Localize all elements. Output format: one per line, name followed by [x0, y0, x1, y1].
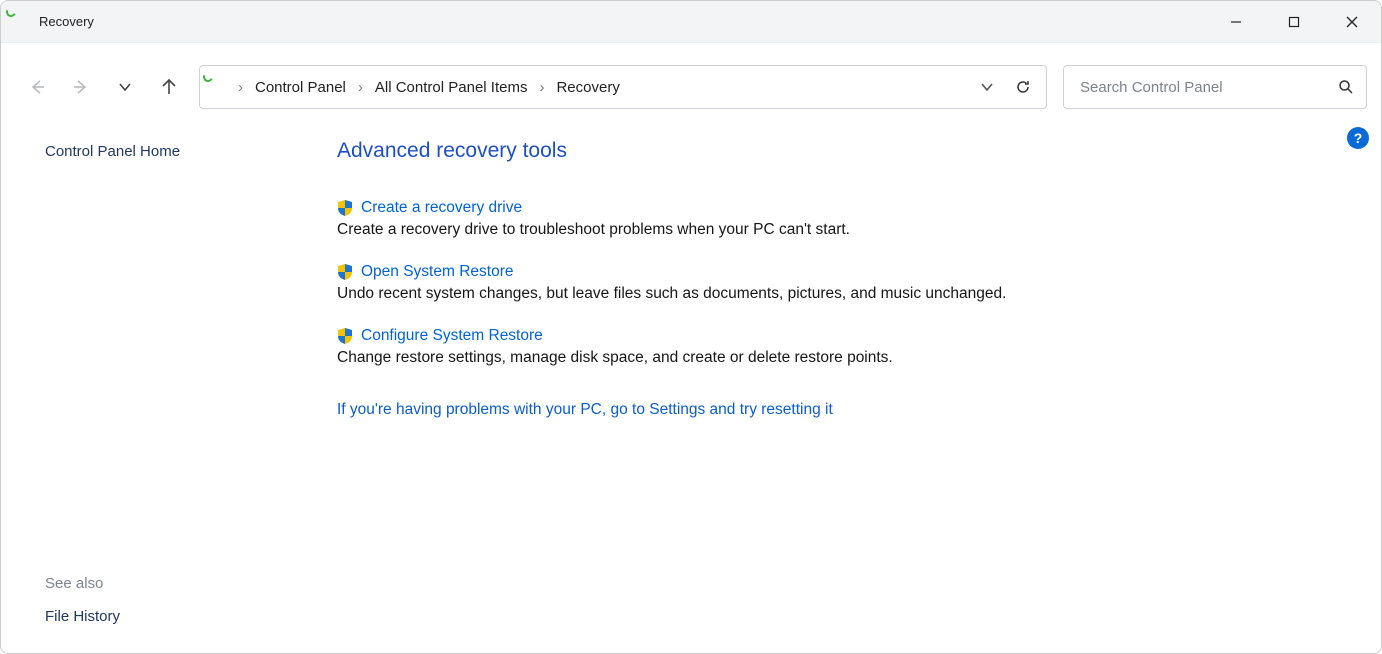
search-box[interactable] [1063, 65, 1367, 109]
maximize-button[interactable] [1265, 1, 1323, 42]
configure-system-restore-link[interactable]: Configure System Restore [361, 327, 543, 345]
close-button[interactable] [1323, 1, 1381, 42]
content-body: ? Control Panel Home See also File Histo… [1, 115, 1381, 653]
recovery-window: Recovery [0, 0, 1382, 654]
chevron-right-icon[interactable]: › [535, 79, 548, 96]
back-button[interactable] [15, 65, 59, 109]
minimize-button[interactable] [1207, 1, 1265, 42]
up-button[interactable] [147, 65, 191, 109]
breadcrumb-all-items[interactable]: All Control Panel Items [369, 75, 534, 100]
file-history-link[interactable]: File History [45, 608, 319, 625]
tool-desc: Change restore settings, manage disk spa… [337, 349, 1341, 367]
refresh-button[interactable] [1006, 79, 1040, 95]
help-button[interactable]: ? [1347, 127, 1369, 149]
control-panel-home-link[interactable]: Control Panel Home [45, 143, 319, 160]
navigation-row: › Control Panel › All Control Panel Item… [1, 43, 1381, 115]
address-dropdown-button[interactable] [970, 80, 1004, 94]
forward-button[interactable] [59, 65, 103, 109]
tool-desc: Create a recovery drive to troubleshoot … [337, 221, 1341, 239]
chevron-right-icon[interactable]: › [234, 79, 247, 96]
see-also-label: See also [45, 575, 319, 592]
main-content: Advanced recovery tools Create a recover… [319, 115, 1381, 653]
breadcrumb-recovery[interactable]: Recovery [550, 75, 625, 100]
page-heading: Advanced recovery tools [337, 139, 1341, 163]
reset-pc-link[interactable]: If you're having problems with your PC, … [337, 401, 1341, 419]
create-recovery-drive-link[interactable]: Create a recovery drive [361, 199, 522, 217]
control-panel-icon [208, 78, 230, 96]
uac-shield-icon [337, 199, 353, 217]
tool-create-recovery-drive: Create a recovery drive Create a recover… [337, 199, 1341, 239]
tool-desc: Undo recent system changes, but leave fi… [337, 285, 1341, 303]
uac-shield-icon [337, 327, 353, 345]
window-title: Recovery [39, 14, 1207, 29]
titlebar: Recovery [1, 1, 1381, 43]
open-system-restore-link[interactable]: Open System Restore [361, 263, 513, 281]
address-bar[interactable]: › Control Panel › All Control Panel Item… [199, 65, 1047, 109]
control-panel-app-icon [11, 13, 29, 31]
uac-shield-icon [337, 263, 353, 281]
chevron-right-icon[interactable]: › [354, 79, 367, 96]
history-dropdown-button[interactable] [103, 65, 147, 109]
tool-configure-system-restore: Configure System Restore Change restore … [337, 327, 1341, 367]
tool-open-system-restore: Open System Restore Undo recent system c… [337, 263, 1341, 303]
breadcrumb-control-panel[interactable]: Control Panel [249, 75, 352, 100]
sidebar: Control Panel Home See also File History [1, 115, 319, 653]
search-input[interactable] [1078, 78, 1336, 97]
window-controls [1207, 1, 1381, 42]
search-icon[interactable] [1336, 79, 1356, 95]
